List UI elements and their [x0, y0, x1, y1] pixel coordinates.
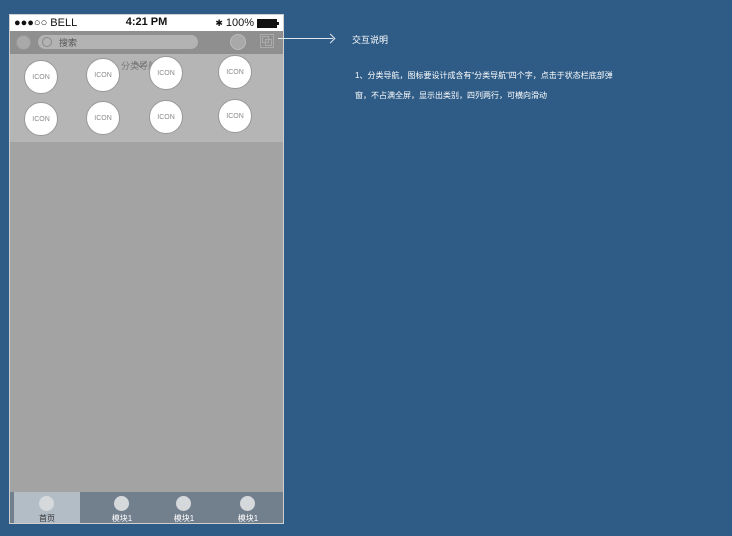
module-icon — [114, 496, 129, 511]
tab-module-1[interactable]: 模块1 — [89, 492, 155, 523]
phone-frame: ●●●○○ BELL 4:21 PM ✱ 100% 搜索 分类导航 ICON I… — [9, 14, 284, 524]
search-icon — [42, 37, 52, 47]
tab-home[interactable]: 首页 — [14, 492, 80, 523]
tab-module-2[interactable]: 模块1 — [151, 492, 217, 523]
tab-bar: 首页 模块1 模块1 模块1 — [10, 492, 283, 523]
category-icon[interactable]: ICON — [86, 101, 120, 135]
category-popup: 分类导航 ICON ICON ICON ICON ICON ICON ICON … — [10, 54, 283, 142]
annotation-text: 1、分类导航，图标要设计成含有“分类导航”四个字，点击于状态栏底部弹窗，不占满全… — [355, 71, 613, 100]
category-icon[interactable]: ICON — [24, 60, 58, 94]
search-placeholder: 搜索 — [59, 38, 78, 48]
message-button[interactable] — [230, 34, 246, 50]
tab-module-3[interactable]: 模块1 — [215, 492, 281, 523]
module-icon — [176, 496, 191, 511]
qr-code-icon[interactable] — [260, 34, 274, 48]
tab-label: 模块1 — [237, 514, 259, 523]
category-icon[interactable]: ICON — [24, 102, 58, 136]
battery-label: 100% — [225, 17, 254, 29]
category-icon[interactable]: ICON — [218, 55, 252, 89]
category-icon[interactable]: ICON — [86, 58, 120, 92]
tab-label: 模块1 — [173, 514, 195, 523]
annotation-title: 交互说明 — [352, 35, 389, 45]
category-nav-button[interactable] — [16, 35, 31, 50]
top-bar: 搜索 — [10, 31, 283, 54]
status-bar: ●●●○○ BELL 4:21 PM ✱ 100% — [10, 15, 283, 31]
category-icon[interactable]: ICON — [149, 56, 183, 90]
bluetooth-icon: ✱ — [215, 17, 223, 28]
tab-label: 首页 — [39, 514, 55, 523]
battery-icon — [257, 18, 279, 28]
status-right: ✱ 100% — [215, 17, 279, 29]
search-input[interactable]: 搜索 — [38, 35, 198, 49]
home-icon — [39, 496, 54, 511]
tab-label: 模块1 — [111, 514, 133, 523]
main-content — [10, 142, 283, 492]
arrow-head-icon — [325, 33, 336, 44]
category-icon[interactable]: ICON — [149, 100, 183, 134]
module-icon — [240, 496, 255, 511]
category-icon[interactable]: ICON — [218, 99, 252, 133]
